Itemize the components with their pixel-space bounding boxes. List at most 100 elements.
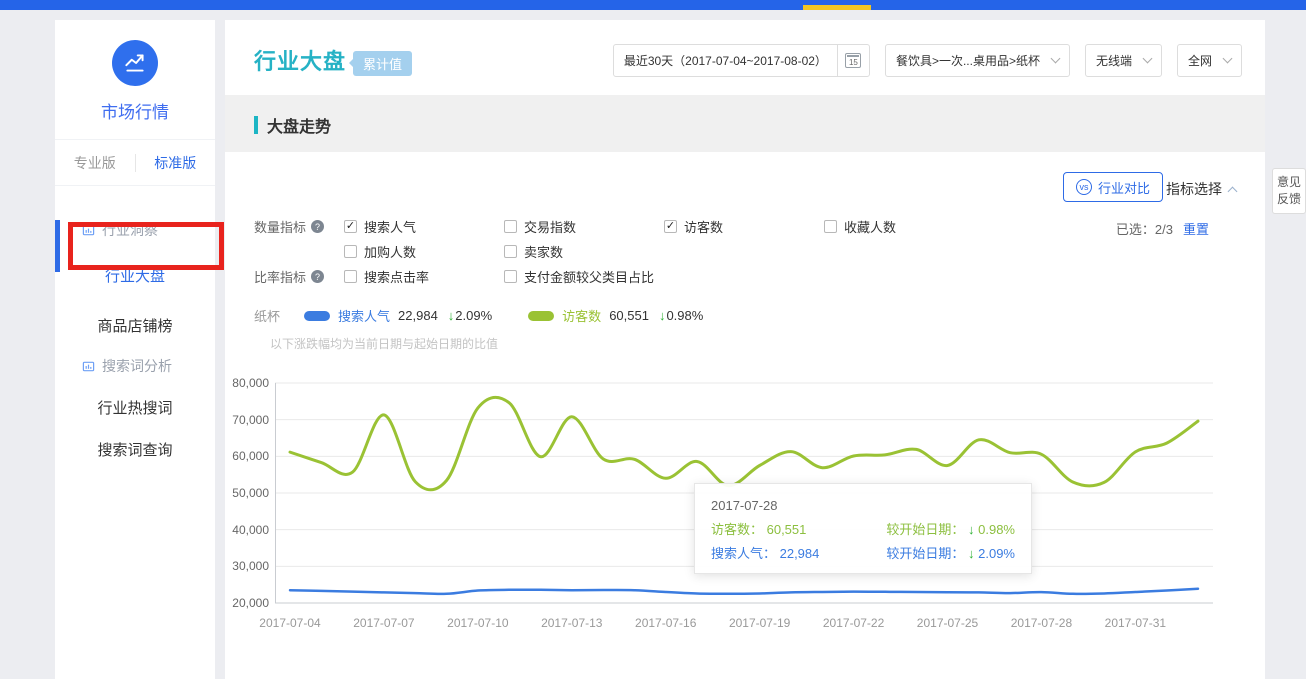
help-icon[interactable]: ? (311, 270, 324, 283)
compare-button-label: 行业对比 (1098, 178, 1150, 197)
active-item-indicator (55, 220, 60, 272)
checkbox-unchecked[interactable] (504, 220, 517, 233)
sidebar-item-商品店铺榜[interactable]: 商品店铺榜 (55, 310, 215, 340)
y-axis-label: 60,000 (225, 448, 269, 464)
checkbox-搜索点击率[interactable]: 搜索点击率 (344, 267, 504, 286)
section-title: 大盘走势 (267, 113, 331, 137)
brand-block: 市场行情 (55, 20, 215, 140)
checkbox-checked[interactable]: ✓ (664, 220, 677, 233)
checkbox-unchecked[interactable] (504, 245, 517, 258)
checkbox-unchecked[interactable] (344, 245, 357, 258)
legend-change: 2.09% (455, 308, 492, 323)
scope-dropdown[interactable]: 全网 (1177, 44, 1242, 77)
checkbox-卖家数[interactable]: 卖家数 (504, 242, 664, 261)
top-nav-bar (0, 0, 1306, 10)
checkbox-unchecked[interactable] (824, 220, 837, 233)
page-title: 行业大盘 (254, 44, 346, 76)
legend-value: 60,551 (609, 308, 649, 323)
y-axis-label: 30,000 (225, 558, 269, 574)
legend-item-访客数[interactable]: 访客数60,551↓0.98% (528, 306, 703, 325)
chart-tooltip: 2017-07-28 访客数： 60,551较开始日期： ↓ 0.98%搜索人气… (694, 483, 1032, 574)
series-line-访客数[interactable] (290, 397, 1198, 489)
legend-change: 0.98% (666, 308, 703, 323)
metric-row: 加购人数 卖家数 (254, 239, 984, 264)
x-axis-label: 2017-07-10 (433, 616, 523, 630)
metric-row: 比率指标?搜索点击率支付金额较父类目占比 (254, 264, 984, 289)
checkbox-支付金额较父类目占比[interactable]: 支付金额较父类目占比 (504, 267, 664, 286)
x-axis-label: 2017-07-19 (715, 616, 805, 630)
checkbox-label: 加购人数 (364, 242, 416, 261)
x-axis-label: 2017-07-22 (809, 616, 899, 630)
checkbox-label: 搜索点击率 (364, 267, 429, 286)
metric-row-label-text: 数量指标 (254, 217, 306, 236)
checkbox-unchecked[interactable] (344, 270, 357, 283)
checkbox-label: 搜索人气 (364, 217, 416, 236)
checkbox-加购人数[interactable]: 加购人数 (344, 242, 504, 261)
sidebar-item-label: 商品店铺榜 (97, 315, 172, 336)
legend-color-pill (528, 311, 554, 321)
checkbox-label: 卖家数 (524, 242, 563, 261)
tooltip-row-访客数: 访客数： 60,551较开始日期： ↓ 0.98% (711, 518, 1015, 542)
x-axis-label: 2017-07-31 (1090, 616, 1180, 630)
chevron-up-icon (1228, 186, 1238, 196)
reset-link[interactable]: 重置 (1183, 219, 1209, 238)
filter-bar: 最近30天（2017-07-04~2017-08-02） 15 餐饮具>一次..… (613, 44, 1242, 77)
selected-info: 已选：2/3 重置 (1116, 219, 1209, 238)
tooltip-change: 2.09% (975, 546, 1015, 561)
terminal-dropdown[interactable]: 无线端 (1085, 44, 1162, 77)
industry-compare-button[interactable]: vs 行业对比 (1063, 172, 1163, 202)
checkbox-checked[interactable]: ✓ (344, 220, 357, 233)
category-icon (82, 360, 95, 373)
legend-item-搜索人气[interactable]: 搜索人气22,984↓2.09% (304, 306, 492, 325)
y-axis-label: 20,000 (225, 595, 269, 611)
checkbox-搜索人气[interactable]: ✓ 搜索人气 (344, 217, 504, 236)
sidebar-group-搜索词分析: 搜索词分析 (55, 352, 215, 380)
annotation-red-box (68, 222, 224, 270)
checkbox-label: 交易指数 (524, 217, 576, 236)
tooltip-change: 0.98% (975, 522, 1015, 537)
tooltip-metric: 搜索人气： 22,984 (711, 542, 819, 566)
tooltip-compare: 较开始日期： ↓ 2.09% (886, 542, 1015, 566)
feedback-button[interactable]: 意见反馈 (1272, 168, 1306, 214)
x-axis-label: 2017-07-13 (527, 616, 617, 630)
section-bullet (254, 116, 258, 134)
chevron-down-icon (1223, 54, 1233, 64)
sidebar-item-搜索词查询[interactable]: 搜索词查询 (55, 434, 215, 464)
sidebar-item-行业热搜词[interactable]: 行业热搜词 (55, 392, 215, 422)
vs-icon: vs (1076, 179, 1092, 195)
calendar-icon[interactable]: 15 (837, 45, 869, 76)
metric-row: 数量指标?✓搜索人气交易指数✓访客数收藏人数 (254, 214, 984, 239)
terminal-label: 无线端 (1086, 52, 1142, 69)
trend-panel: vs 行业对比 指标选择 数量指标?✓搜索人气交易指数✓访客数收藏人数加购人数卖… (225, 152, 1265, 660)
tab-standard-version[interactable]: 标准版 (135, 154, 216, 172)
selected-count-text: 已选：2/3 (1116, 219, 1173, 238)
legend-category: 纸杯 (254, 306, 280, 325)
sidebar-item-label: 搜索词查询 (97, 439, 172, 460)
date-range-picker[interactable]: 最近30天（2017-07-04~2017-08-02） 15 (613, 44, 870, 77)
down-arrow-icon: ↓ (448, 308, 455, 323)
tab-pro-version[interactable]: 专业版 (55, 153, 135, 173)
x-axis-label: 2017-07-07 (339, 616, 429, 630)
category-label: 餐饮具>一次...桌用品>纸杯 (886, 52, 1050, 69)
category-dropdown[interactable]: 餐饮具>一次...桌用品>纸杯 (885, 44, 1070, 77)
checkbox-unchecked[interactable] (504, 270, 517, 283)
date-range-label: 最近30天（2017-07-04~2017-08-02） (614, 52, 837, 69)
series-line-搜索人气[interactable] (290, 589, 1198, 594)
checkbox-label: 访客数 (684, 217, 723, 236)
metric-select-label: 指标选择 (1166, 179, 1222, 199)
down-arrow-icon: ↓ (659, 308, 666, 323)
legend-value: 22,984 (398, 308, 438, 323)
y-axis-label: 40,000 (225, 522, 269, 538)
metric-select-toggle[interactable]: 指标选择 (1166, 179, 1236, 199)
checkbox-交易指数[interactable]: 交易指数 (504, 217, 664, 236)
main-content: 行业大盘 累计值 最近30天（2017-07-04~2017-08-02） 15… (225, 20, 1265, 679)
scope-label: 全网 (1178, 52, 1222, 69)
checkbox-收藏人数[interactable]: 收藏人数 (824, 217, 984, 236)
market-chart-icon (112, 40, 158, 86)
chevron-down-icon (1051, 54, 1061, 64)
app-title: 市场行情 (55, 98, 215, 123)
help-icon[interactable]: ? (311, 220, 324, 233)
metric-row-label: 数量指标? (254, 217, 344, 236)
checkbox-访客数[interactable]: ✓ 访客数 (664, 217, 824, 236)
tooltip-compare-label: 较开始日期： (886, 546, 968, 561)
